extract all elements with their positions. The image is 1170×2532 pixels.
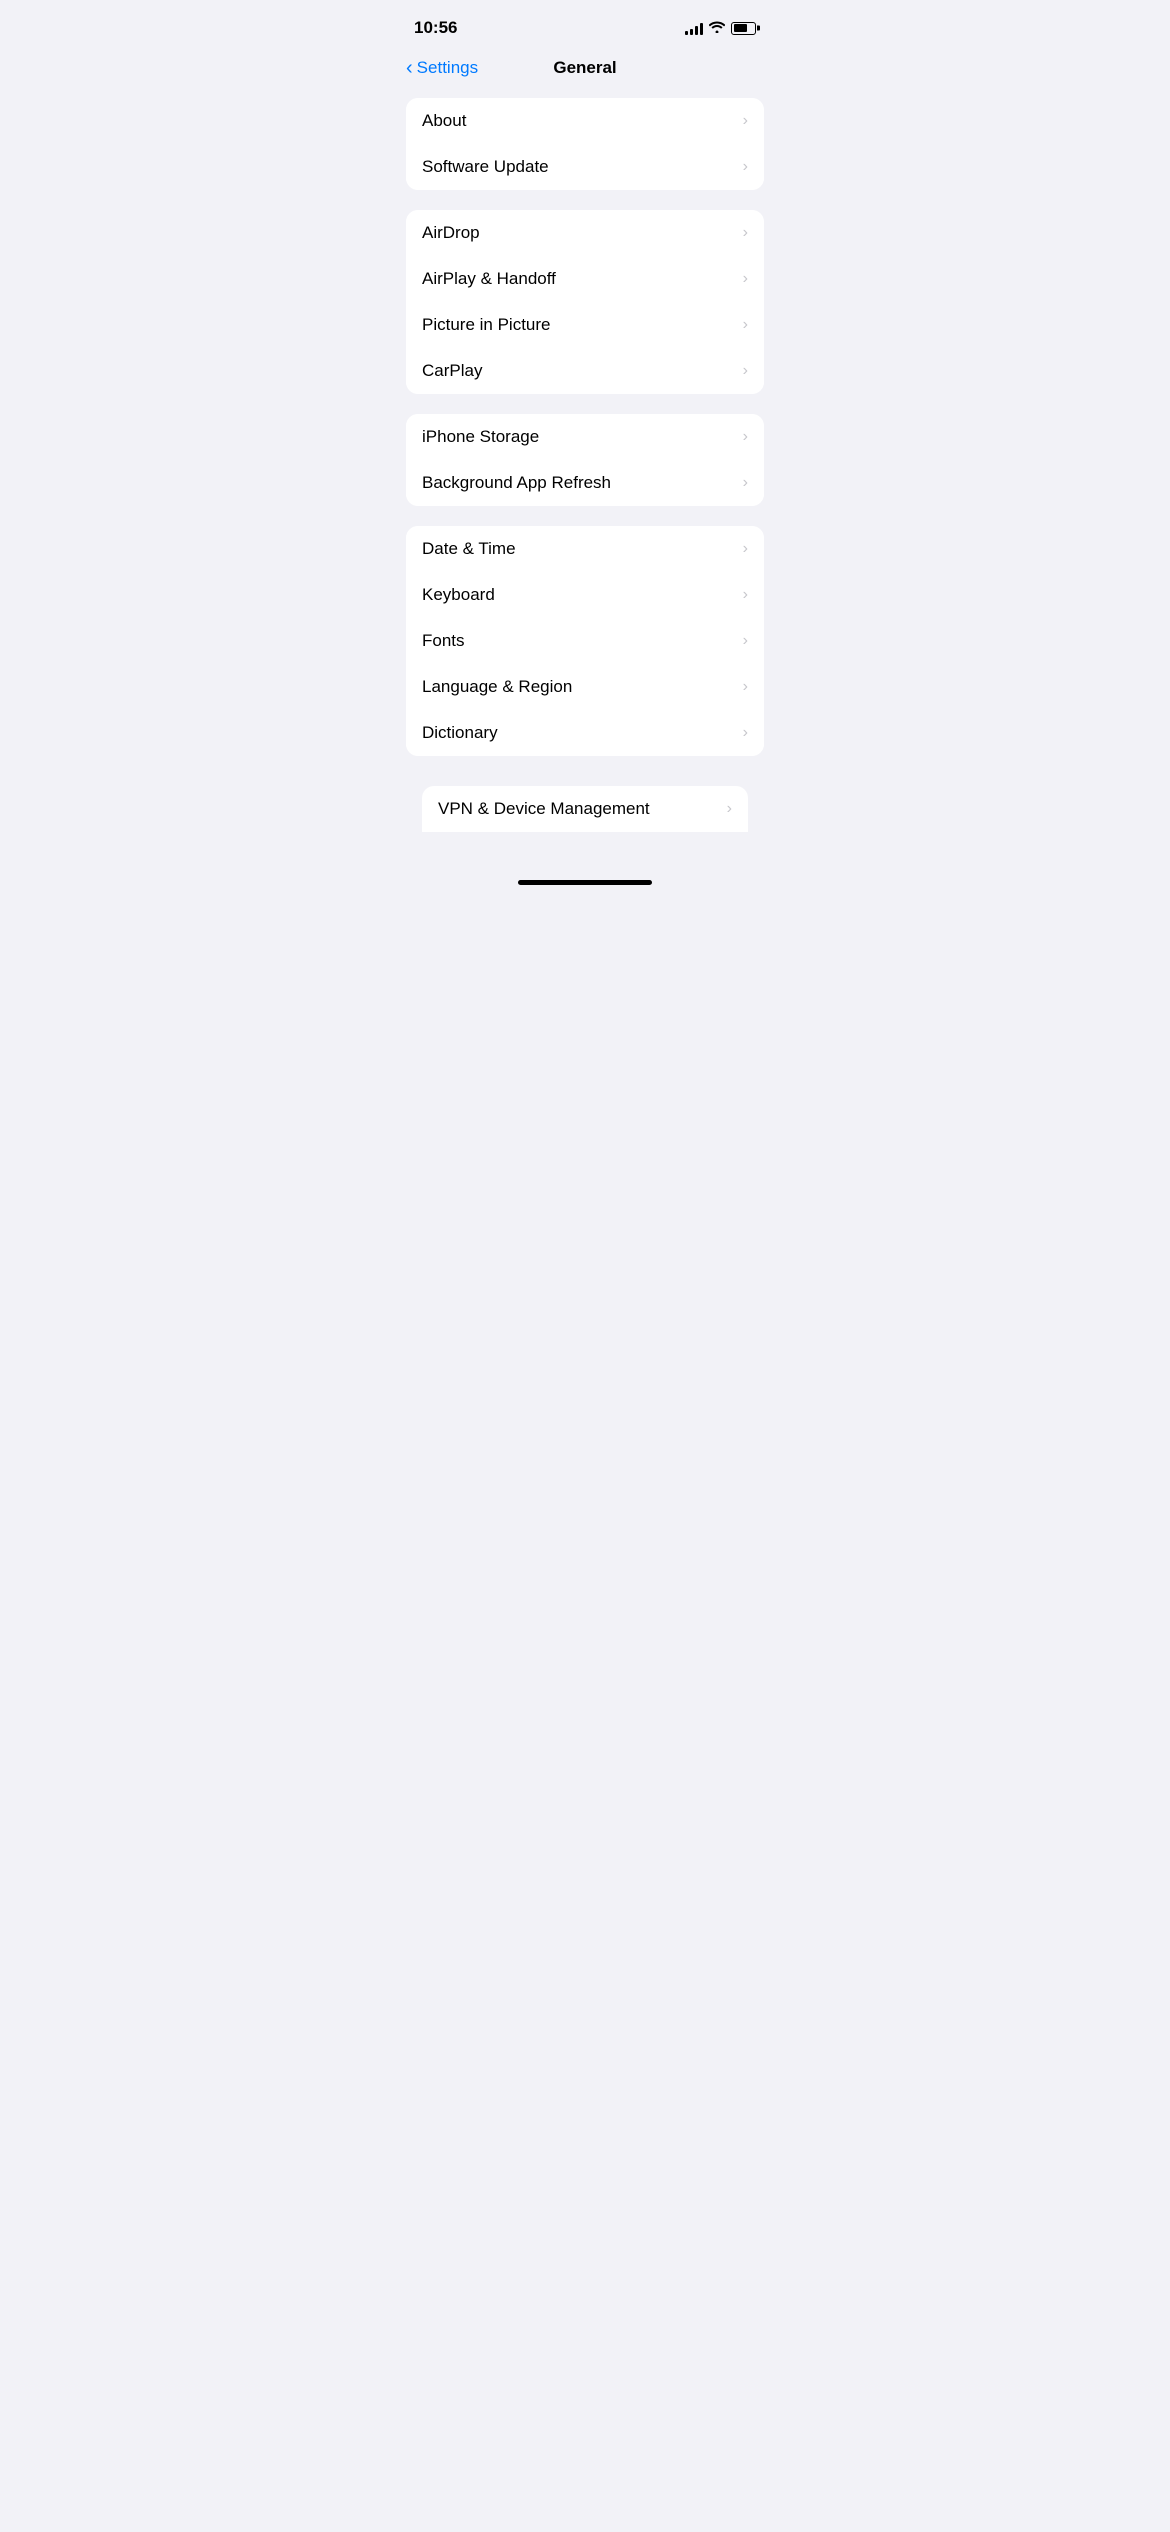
language-region-label: Language & Region (422, 677, 572, 697)
software-update-label: Software Update (422, 157, 549, 177)
settings-row-about[interactable]: About › (406, 98, 764, 144)
settings-group-2: AirDrop › AirPlay & Handoff › Picture in… (406, 210, 764, 394)
wifi-icon (709, 20, 725, 36)
software-update-chevron-icon: › (743, 158, 748, 176)
airplay-handoff-label: AirPlay & Handoff (422, 269, 556, 289)
settings-group-4: Date & Time › Keyboard › Fonts › Languag… (406, 526, 764, 756)
keyboard-chevron-icon: › (743, 586, 748, 604)
vpn-device-management-chevron-icon: › (727, 800, 732, 818)
back-label: Settings (417, 58, 478, 78)
carplay-label: CarPlay (422, 361, 482, 381)
settings-row-date-time[interactable]: Date & Time › (406, 526, 764, 572)
status-icons (685, 20, 756, 36)
settings-row-iphone-storage[interactable]: iPhone Storage › (406, 414, 764, 460)
fonts-label: Fonts (422, 631, 465, 651)
settings-row-language-region[interactable]: Language & Region › (406, 664, 764, 710)
settings-row-software-update[interactable]: Software Update › (406, 144, 764, 190)
background-app-refresh-chevron-icon: › (743, 474, 748, 492)
about-label: About (422, 111, 466, 131)
dictionary-label: Dictionary (422, 723, 498, 743)
date-time-chevron-icon: › (743, 540, 748, 558)
airdrop-chevron-icon: › (743, 224, 748, 242)
home-indicator (390, 872, 780, 893)
iphone-storage-label: iPhone Storage (422, 427, 539, 447)
fonts-chevron-icon: › (743, 632, 748, 650)
date-time-label: Date & Time (422, 539, 516, 559)
picture-in-picture-chevron-icon: › (743, 316, 748, 334)
nav-bar: ‹ Settings General (390, 50, 780, 90)
settings-row-airplay-handoff[interactable]: AirPlay & Handoff › (406, 256, 764, 302)
airdrop-label: AirDrop (422, 223, 480, 243)
back-chevron-icon: ‹ (406, 58, 413, 78)
home-indicator-bar (518, 880, 652, 885)
back-button[interactable]: ‹ Settings (406, 58, 478, 78)
settings-group-3: iPhone Storage › Background App Refresh … (406, 414, 764, 506)
background-app-refresh-label: Background App Refresh (422, 473, 611, 493)
settings-row-fonts[interactable]: Fonts › (406, 618, 764, 664)
vpn-device-management-label: VPN & Device Management (438, 799, 650, 819)
keyboard-label: Keyboard (422, 585, 495, 605)
carplay-chevron-icon: › (743, 362, 748, 380)
settings-row-vpn-device-management[interactable]: VPN & Device Management › (422, 786, 748, 832)
dictionary-chevron-icon: › (743, 724, 748, 742)
picture-in-picture-label: Picture in Picture (422, 315, 551, 335)
language-region-chevron-icon: › (743, 678, 748, 696)
page-title: General (553, 58, 616, 78)
settings-row-airdrop[interactable]: AirDrop › (406, 210, 764, 256)
airplay-handoff-chevron-icon: › (743, 270, 748, 288)
signal-bars-icon (685, 22, 703, 35)
settings-row-carplay[interactable]: CarPlay › (406, 348, 764, 394)
battery-icon (731, 22, 756, 35)
about-chevron-icon: › (743, 112, 748, 130)
settings-content: About › Software Update › AirDrop › AirP… (390, 90, 780, 872)
settings-row-background-app-refresh[interactable]: Background App Refresh › (406, 460, 764, 506)
status-time: 10:56 (414, 18, 457, 38)
status-bar: 10:56 (390, 0, 780, 50)
settings-row-keyboard[interactable]: Keyboard › (406, 572, 764, 618)
bottom-peek-group: VPN & Device Management › (406, 776, 764, 832)
settings-row-picture-in-picture[interactable]: Picture in Picture › (406, 302, 764, 348)
settings-group-1: About › Software Update › (406, 98, 764, 190)
iphone-storage-chevron-icon: › (743, 428, 748, 446)
settings-row-dictionary[interactable]: Dictionary › (406, 710, 764, 756)
